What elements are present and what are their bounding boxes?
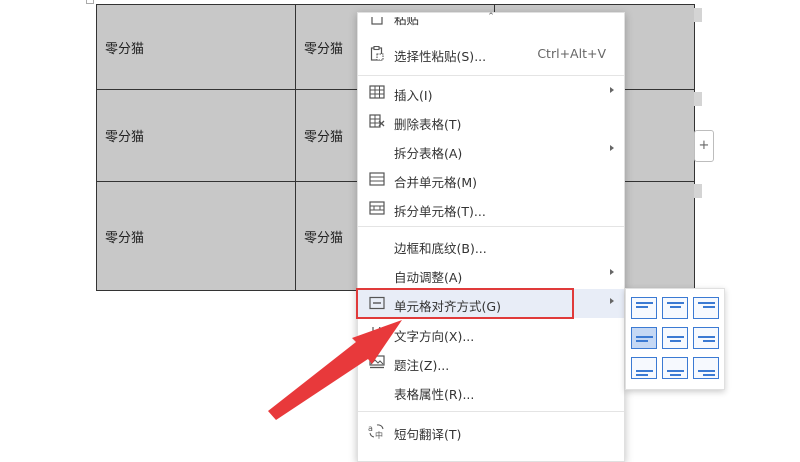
annotation-arrow-icon [268,320,402,420]
